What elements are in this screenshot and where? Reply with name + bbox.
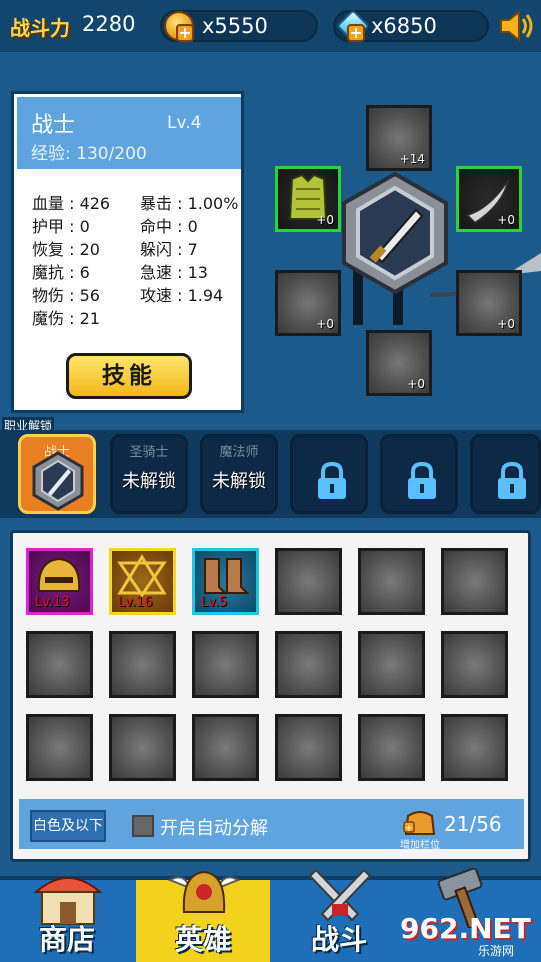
class-tab-locked-5[interactable]: [380, 434, 458, 514]
nav-hero[interactable]: 英雄: [136, 870, 270, 962]
stat-attack-speed: 攻速 : 1.94: [140, 286, 224, 305]
equip-slot-top[interactable]: +14: [366, 105, 432, 171]
bag-capacity: 21/56: [444, 812, 502, 836]
class-name: 魔法师: [219, 445, 259, 460]
lock-icon: [498, 461, 526, 499]
inventory-slot-helmet[interactable]: Lv.13: [26, 548, 93, 615]
class-name: 圣骑士: [129, 445, 169, 460]
warrior-emblem-icon: [342, 171, 448, 295]
inventory-slot-empty[interactable]: [441, 548, 508, 615]
hero-exp: 经验: 130/200: [31, 144, 147, 164]
rarity-filter-button[interactable]: 白色及以下: [30, 810, 106, 842]
inventory-slot-boots[interactable]: Lv.5: [192, 548, 259, 615]
equip-slot-weapon[interactable]: +0: [456, 166, 522, 232]
hero-header: 战士 Lv.4 经验: 130/200: [17, 97, 241, 169]
speaker-icon[interactable]: [497, 8, 535, 44]
equip-slot-armor[interactable]: +0: [275, 166, 341, 232]
class-locked-text: 未解锁: [122, 471, 176, 492]
auto-salvage-checkbox[interactable]: [132, 815, 154, 837]
add-gold-icon[interactable]: +: [176, 24, 194, 42]
stat-crit: 暴击 : 1.00%: [140, 194, 239, 213]
stat-magic-damage: 魔伤 : 21: [32, 309, 100, 328]
add-slot-label: 增加栏位: [400, 840, 440, 851]
auto-salvage-label: 开启自动分解: [160, 818, 268, 839]
stat-armor: 护甲 : 0: [32, 217, 90, 236]
add-slot-icon[interactable]: +: [402, 806, 438, 838]
boots-icon: [204, 558, 250, 594]
inventory-slot-empty[interactable]: [275, 548, 342, 615]
nav-battle[interactable]: 战斗: [272, 870, 406, 962]
hero-level: Lv.4: [167, 113, 202, 133]
inventory-slot-empty[interactable]: [192, 631, 259, 698]
inventory-slot-empty[interactable]: [109, 631, 176, 698]
stat-physical-damage: 物伤 : 56: [32, 286, 100, 305]
combat-power-label: 战斗力: [10, 16, 70, 40]
item-level: Lv.16: [118, 595, 153, 610]
stat-dodge: 躲闪 : 7: [140, 240, 198, 259]
gold-amount: x5550: [202, 14, 268, 38]
stat-hit: 命中 : 0: [140, 217, 198, 236]
inventory-slot-amulet[interactable]: Lv.16: [109, 548, 176, 615]
item-level: Lv.5: [201, 595, 228, 610]
nav-label: 商店: [38, 923, 95, 956]
lock-icon: [408, 461, 436, 499]
skill-button[interactable]: 技能: [66, 353, 192, 399]
inventory-slot-empty[interactable]: [441, 631, 508, 698]
class-tab-locked-4[interactable]: [290, 434, 368, 514]
gold-display[interactable]: + x5550: [160, 10, 318, 42]
gem-amount: x6850: [371, 14, 437, 38]
gem-display[interactable]: + x6850: [333, 9, 489, 43]
stat-haste: 急速 : 13: [140, 263, 208, 282]
inventory-slot-empty[interactable]: [192, 714, 259, 781]
watermark-subtitle: 乐游网: [478, 944, 515, 958]
warrior-class-icon: [32, 451, 84, 511]
nav-shop[interactable]: 商店: [0, 877, 134, 962]
class-locked-text: 未解锁: [212, 471, 266, 492]
equip-slot-lower-left[interactable]: +0: [275, 270, 341, 336]
hero-name: 战士: [31, 113, 76, 138]
inventory-slot-empty[interactable]: [275, 631, 342, 698]
class-tab-locked-6[interactable]: [470, 434, 541, 514]
class-tab-mage[interactable]: 魔法师 未解锁: [200, 434, 278, 514]
inventory-slot-empty[interactable]: [441, 714, 508, 781]
inventory-slot-empty[interactable]: [26, 714, 93, 781]
inventory-slot-empty[interactable]: [358, 631, 425, 698]
stat-hp: 血量 : 426: [32, 194, 111, 213]
hero-stats-panel: 战士 Lv.4 经验: 130/200 血量 : 426 护甲 : 0 恢复 :…: [11, 91, 244, 413]
nav-label: 战斗: [310, 923, 367, 956]
stat-regen: 恢复 : 20: [32, 240, 100, 259]
nav-label: 英雄: [174, 923, 231, 956]
class-tab-paladin[interactable]: 圣骑士 未解锁: [110, 434, 188, 514]
equip-slot-lower-right[interactable]: +0: [456, 270, 522, 336]
lock-icon: [318, 461, 346, 499]
inventory-slot-empty[interactable]: [358, 714, 425, 781]
watermark-logo: 962.NET: [400, 912, 531, 945]
stat-magic-resist: 魔抗 : 6: [32, 263, 90, 282]
inventory-slot-empty[interactable]: [26, 631, 93, 698]
class-tab-warrior[interactable]: 战士: [18, 434, 96, 514]
equip-slot-bottom[interactable]: +0: [366, 330, 432, 396]
inventory-slot-empty[interactable]: [275, 714, 342, 781]
winged-helmet-icon: [167, 870, 241, 913]
inventory-slot-empty[interactable]: [109, 714, 176, 781]
helmet-icon: [37, 557, 81, 592]
star-amulet-icon: [117, 554, 167, 598]
svg-text:+: +: [405, 823, 413, 834]
inventory-slot-empty[interactable]: [358, 548, 425, 615]
combat-power-value: 2280: [82, 12, 136, 36]
add-gems-icon[interactable]: +: [347, 24, 365, 42]
item-level: Lv.13: [35, 595, 70, 610]
